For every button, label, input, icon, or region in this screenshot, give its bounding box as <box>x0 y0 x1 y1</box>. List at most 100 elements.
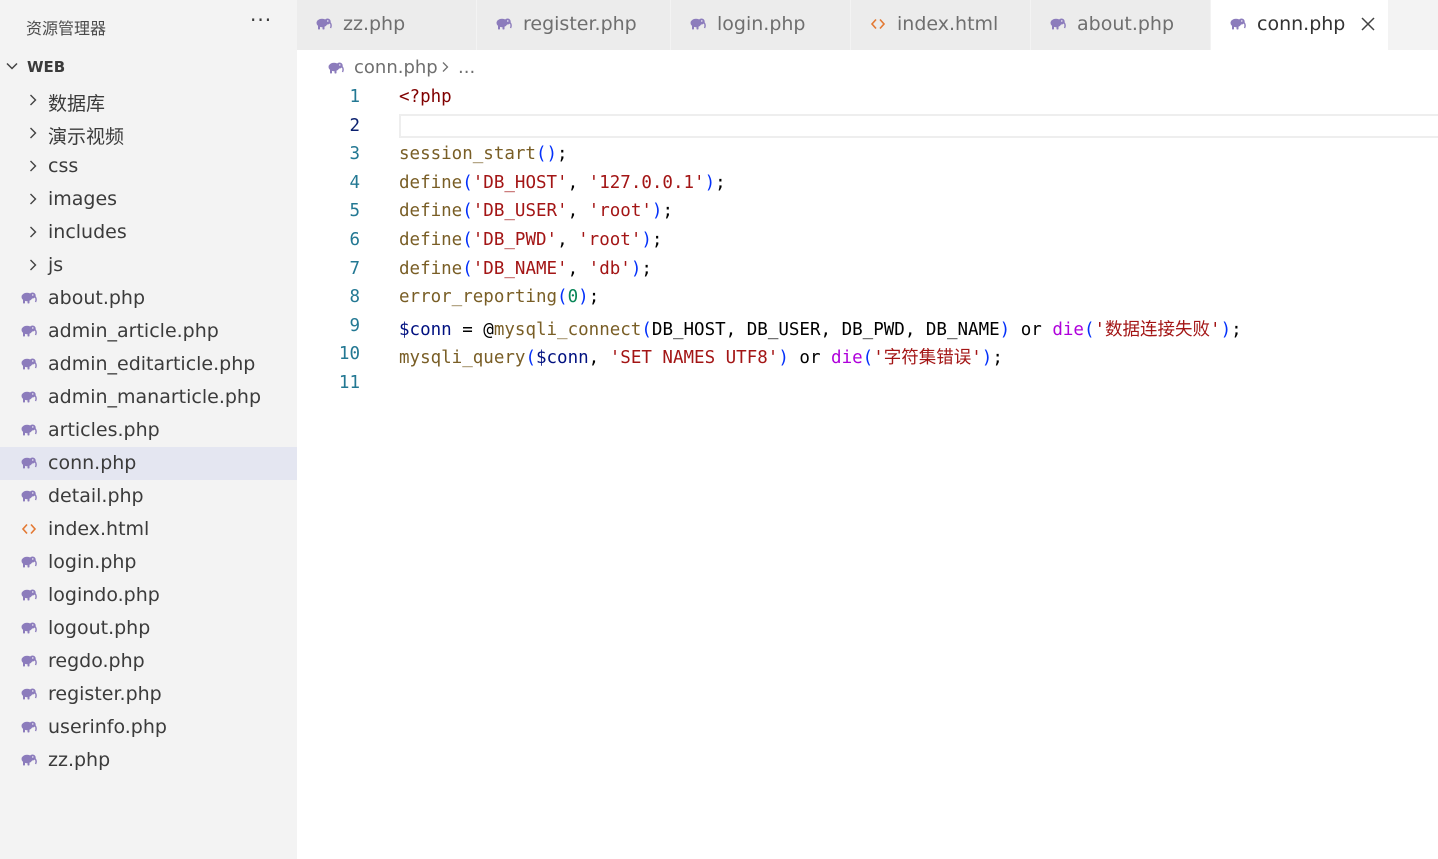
code-token: ( <box>862 348 874 369</box>
tree-file[interactable]: about.php <box>0 282 297 315</box>
php-file-icon <box>316 18 332 30</box>
tree-item-label: admin_article.php <box>48 320 219 342</box>
code-token: $conn <box>535 348 589 369</box>
code-line[interactable]: 8 error_reporting(0); <box>297 284 1438 313</box>
tree-file[interactable]: admin_editarticle.php <box>0 348 297 381</box>
tree-file[interactable]: userinfo.php <box>0 711 297 744</box>
code-token: ( <box>641 319 652 340</box>
code-token: ( <box>525 348 536 369</box>
tree-folder[interactable]: 演示视频 <box>0 117 297 150</box>
code-line[interactable]: 4 define('DB_HOST', '127.0.0.1'); <box>297 170 1438 199</box>
php-file-icon <box>690 18 706 30</box>
tab-label: index.html <box>897 13 999 35</box>
code-text: $conn = @mysqli_connect(DB_HOST, DB_USER… <box>399 316 1242 341</box>
code-line[interactable]: 10 mysqli_query($conn, 'SET NAMES UTF8') … <box>297 341 1438 370</box>
chevron-right-icon <box>442 62 449 72</box>
tree-file[interactable]: admin_manarticle.php <box>0 381 297 414</box>
file-tree: 数据库 演示视频 css images includes js about.php admin… <box>0 84 297 777</box>
code-token: ) <box>578 287 589 308</box>
tree-item-label: js <box>48 254 64 276</box>
tree-file[interactable]: articles.php <box>0 414 297 447</box>
tree-item-label: detail.php <box>48 485 144 507</box>
php-file-icon <box>21 754 37 766</box>
editor-tab[interactable]: register.php <box>477 0 671 50</box>
code-text: error_reporting(0); <box>399 287 599 307</box>
tree-folder[interactable]: css <box>0 150 297 183</box>
tree-folder[interactable]: js <box>0 249 297 282</box>
breadcrumb: conn.php ... <box>297 52 1438 82</box>
code-line[interactable]: 5 define('DB_USER', 'root'); <box>297 198 1438 227</box>
line-number: 1 <box>349 87 360 107</box>
editor-tab[interactable]: zz.php <box>297 0 477 50</box>
close-icon[interactable] <box>1360 16 1376 32</box>
tab-label: about.php <box>1077 13 1175 35</box>
tree-item-label: images <box>48 188 118 210</box>
editor-tab[interactable]: login.php <box>671 0 851 50</box>
tree-file[interactable]: conn.php <box>0 447 297 480</box>
code-token: , <box>567 258 589 279</box>
tree-item-label: 数据库 <box>48 93 106 115</box>
tree-file[interactable]: detail.php <box>0 480 297 513</box>
code-token: ( <box>462 172 473 193</box>
chevron-right-icon <box>30 94 37 106</box>
tree-folder[interactable]: includes <box>0 216 297 249</box>
tree-item-label: articles.php <box>48 419 160 441</box>
code-token: DB_PWD <box>841 319 905 340</box>
code-text: mysqli_query($conn, 'SET NAMES UTF8') or… <box>399 344 1003 369</box>
php-file-icon <box>21 424 37 436</box>
tree-file[interactable]: logout.php <box>0 612 297 645</box>
tree-file[interactable]: regdo.php <box>0 645 297 678</box>
tree-file[interactable]: admin_article.php <box>0 315 297 348</box>
code-editor[interactable]: 1 <?php 2 3 session_start(); 4 define('DB_HOST… <box>297 84 1438 859</box>
code-line[interactable]: 2 <box>297 113 1438 142</box>
tree-item-label: includes <box>48 221 127 243</box>
code-line[interactable]: 7 define('DB_NAME', 'db'); <box>297 256 1438 285</box>
tree-item-label: login.php <box>48 551 137 573</box>
code-token: ; <box>662 201 673 222</box>
php-file-icon <box>1230 18 1246 30</box>
tree-file[interactable]: register.php <box>0 678 297 711</box>
code-line[interactable]: 11 <box>297 370 1438 399</box>
more-actions-icon[interactable]: ··· <box>250 8 272 32</box>
tree-item-label: admin_editarticle.php <box>48 353 256 375</box>
code-line[interactable]: 3 session_start(); <box>297 141 1438 170</box>
editor-tab[interactable]: about.php <box>1031 0 1211 50</box>
code-line[interactable]: 1 <?php <box>297 84 1438 113</box>
tree-file[interactable]: zz.php <box>0 744 297 777</box>
tree-folder[interactable]: 数据库 <box>0 84 297 117</box>
tree-file[interactable]: index.html <box>0 513 297 546</box>
breadcrumb-file[interactable]: conn.php <box>354 57 438 78</box>
tree-item-label: register.php <box>48 683 162 705</box>
code-token: 'db' <box>588 258 631 279</box>
tree-item-label: logout.php <box>48 617 151 639</box>
php-file-icon <box>21 391 37 403</box>
code-line[interactable]: 6 define('DB_PWD', 'root'); <box>297 227 1438 256</box>
line-number: 3 <box>349 144 360 165</box>
code-token: , <box>820 319 842 340</box>
tab-label: conn.php <box>1257 13 1346 35</box>
breadcrumb-more[interactable]: ... <box>458 57 475 78</box>
current-line-highlight <box>399 113 1438 138</box>
tree-file[interactable]: logindo.php <box>0 579 297 612</box>
code-token: or <box>788 348 832 369</box>
editor-tab[interactable]: conn.php <box>1211 0 1389 50</box>
tree-folder[interactable]: images <box>0 183 297 216</box>
tree-file[interactable]: login.php <box>0 546 297 579</box>
code-text: define('DB_USER', 'root'); <box>399 201 673 221</box>
code-token: ; <box>641 258 652 279</box>
workspace-root-folder[interactable]: WEB <box>0 54 297 82</box>
line-number: 4 <box>349 172 360 193</box>
code-line[interactable]: 9 $conn = @mysqli_connect(DB_HOST, DB_USE… <box>297 313 1438 342</box>
php-file-icon <box>21 721 37 733</box>
tree-item-label: regdo.php <box>48 650 145 672</box>
editor-tab[interactable]: index.html <box>851 0 1031 50</box>
code-token: ; <box>1231 319 1242 340</box>
code-token: DB_USER <box>746 319 821 340</box>
php-file-icon <box>21 490 37 502</box>
tab-label: login.php <box>717 13 806 35</box>
code-token: ; <box>992 348 1003 369</box>
code-token: 'root' <box>578 230 642 250</box>
code-token: ; <box>651 230 663 250</box>
line-number: 7 <box>349 258 360 279</box>
editor-tab-bar: zz.php register.php login.php index.html abo… <box>297 0 1438 50</box>
